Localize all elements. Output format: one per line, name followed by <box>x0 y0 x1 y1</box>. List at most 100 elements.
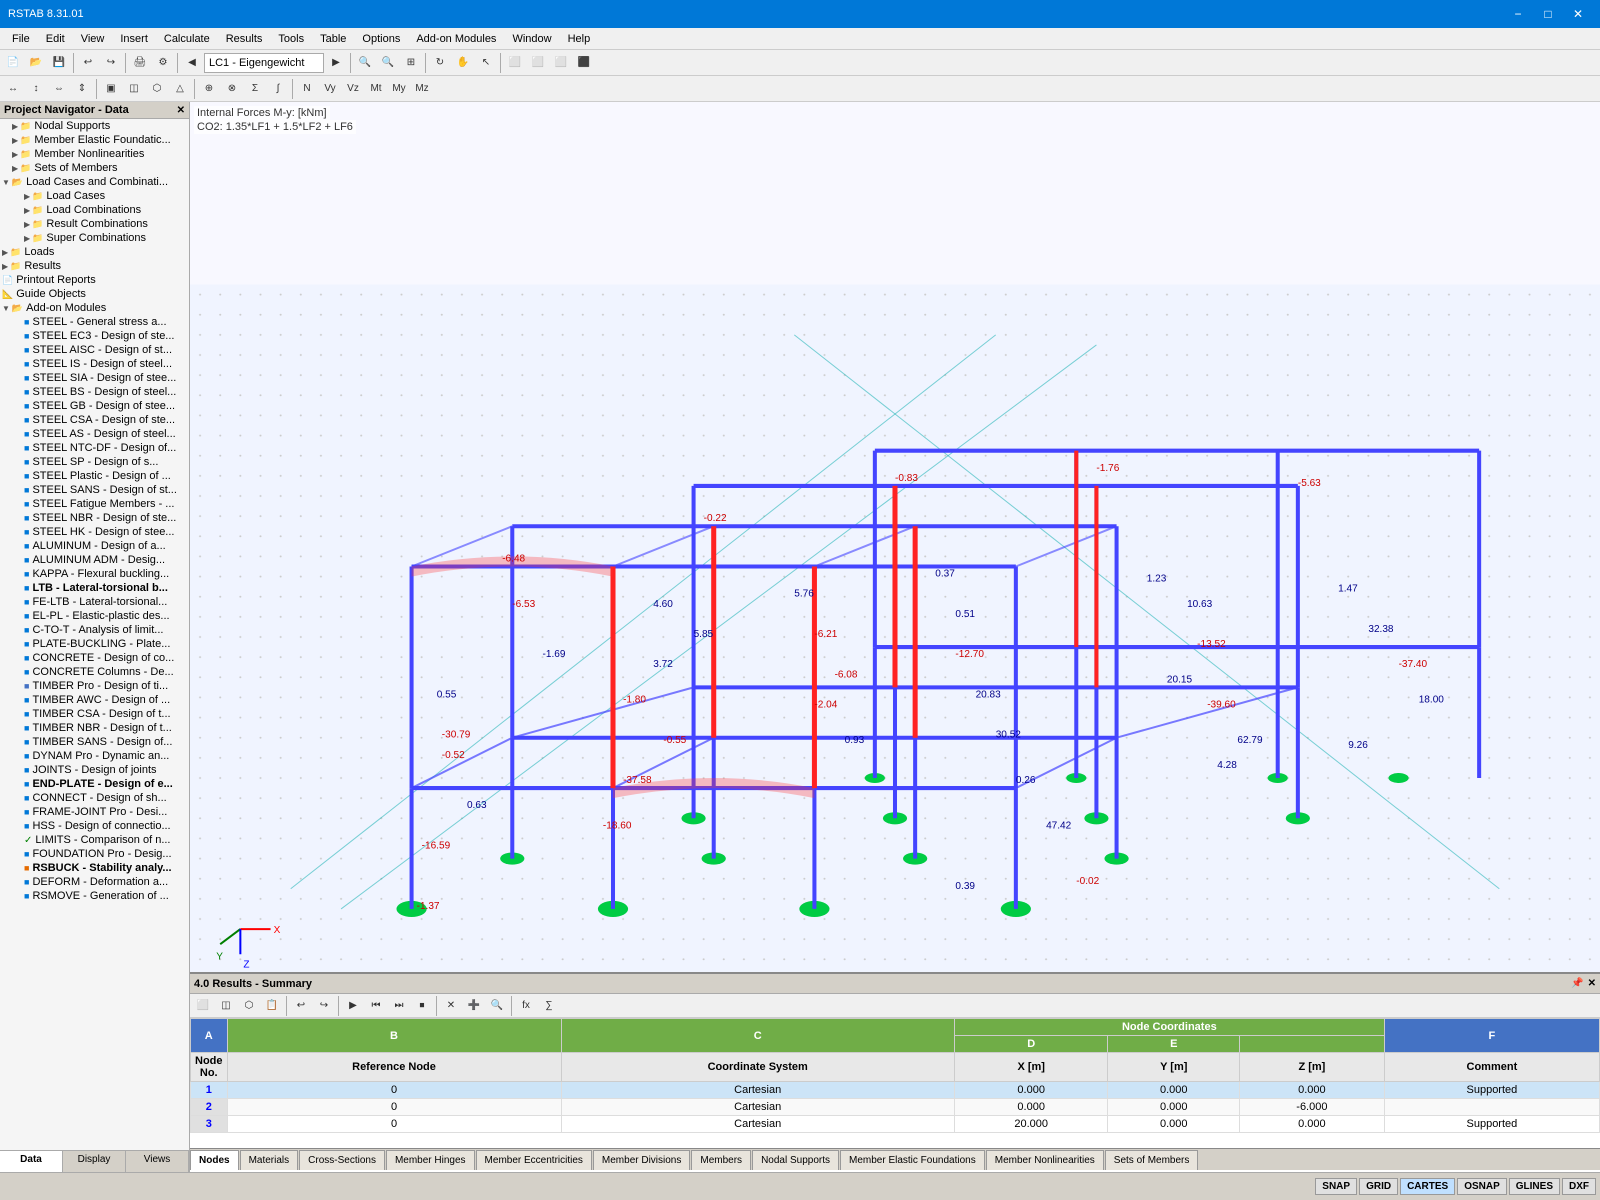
tb2-6[interactable]: ◫ <box>123 78 145 100</box>
tab-member-hinges[interactable]: Member Hinges <box>386 1150 475 1170</box>
tb2-18[interactable]: Mz <box>411 78 433 100</box>
menu-calculate[interactable]: Calculate <box>156 28 218 49</box>
tb-front[interactable]: ⬜ <box>504 52 526 74</box>
menu-window[interactable]: Window <box>504 28 559 49</box>
module-steel-bs[interactable]: ■STEEL BS - Design of steel... <box>0 385 189 399</box>
module-steel-sia[interactable]: ■STEEL SIA - Design of stee... <box>0 371 189 385</box>
tree-load-combinations-folder[interactable]: ▼ 📂 Load Cases and Combinati... <box>0 175 189 189</box>
module-rsbuck[interactable]: ■RSBUCK - Stability analy... <box>0 861 189 875</box>
module-kappa[interactable]: ■KAPPA - Flexural buckling... <box>0 567 189 581</box>
panel-tb15[interactable]: ∑ <box>538 995 560 1017</box>
lc-dropdown[interactable]: LC1 - Eigengewicht <box>204 53 324 73</box>
panel-tb13[interactable]: 🔍 <box>486 995 508 1017</box>
tb-prev[interactable]: ◀ <box>181 52 203 74</box>
module-aluminum[interactable]: ■ALUMINUM - Design of a... <box>0 539 189 553</box>
tb2-8[interactable]: △ <box>169 78 191 100</box>
tab-sets-members[interactable]: Sets of Members <box>1105 1150 1199 1170</box>
tb-undo[interactable]: ↩ <box>77 52 99 74</box>
table-row[interactable]: 3 0 Cartesian 20.000 0.000 0.000 Support… <box>191 1116 1600 1133</box>
module-steel-is[interactable]: ■STEEL IS - Design of steel... <box>0 357 189 371</box>
table-row[interactable]: 1 0 Cartesian 0.000 0.000 0.000 Supporte… <box>191 1082 1600 1099</box>
module-steel-nbr[interactable]: ■STEEL NBR - Design of ste... <box>0 511 189 525</box>
module-rsmove[interactable]: ■RSMOVE - Generation of ... <box>0 889 189 903</box>
panel-tb12[interactable]: ➕ <box>463 995 485 1017</box>
tb-next[interactable]: ▶ <box>325 52 347 74</box>
tb-pan[interactable]: ✋ <box>452 52 474 74</box>
panel-close[interactable]: ✕ <box>1588 978 1596 989</box>
maximize-button[interactable]: □ <box>1534 3 1562 25</box>
module-concrete[interactable]: ■CONCRETE - Design of co... <box>0 651 189 665</box>
tb2-14[interactable]: Vy <box>319 78 341 100</box>
tb2-17[interactable]: My <box>388 78 410 100</box>
tab-member-div[interactable]: Member Divisions <box>593 1150 690 1170</box>
module-plate-buckling[interactable]: ■PLATE-BUCKLING - Plate... <box>0 637 189 651</box>
panel-tb7[interactable]: ▶ <box>342 995 364 1017</box>
module-concrete-cols[interactable]: ■CONCRETE Columns - De... <box>0 665 189 679</box>
tree-nodal-supports[interactable]: ▶ 📁 Nodal Supports <box>0 119 189 133</box>
tb2-1[interactable]: ↔ <box>2 78 24 100</box>
module-steel-ec3[interactable]: ■STEEL EC3 - Design of ste... <box>0 329 189 343</box>
tab-nodal-supports[interactable]: Nodal Supports <box>752 1150 839 1170</box>
status-cartes[interactable]: CARTES <box>1400 1178 1455 1195</box>
module-steel-sp[interactable]: ■STEEL SP - Design of s... <box>0 455 189 469</box>
panel-tb3[interactable]: ⬡ <box>238 995 260 1017</box>
tb-save[interactable]: 💾 <box>48 52 70 74</box>
panel-tb11[interactable]: ✕ <box>440 995 462 1017</box>
tb-print[interactable]: 🖨 <box>129 52 151 74</box>
tree-member-elastic[interactable]: ▶ 📁 Member Elastic Foundatic... <box>0 133 189 147</box>
tab-member-elastic[interactable]: Member Elastic Foundations <box>840 1150 985 1170</box>
module-timber-pro[interactable]: ■TIMBER Pro - Design of ti... <box>0 679 189 693</box>
tree-super-combinations[interactable]: ▶ 📁 Super Combinations <box>0 231 189 245</box>
minimize-button[interactable]: − <box>1504 3 1532 25</box>
status-osnap[interactable]: OSNAP <box>1457 1178 1507 1195</box>
tb2-11[interactable]: Σ <box>244 78 266 100</box>
tb-fit[interactable]: ⊞ <box>400 52 422 74</box>
nav-tab-views[interactable]: Views <box>126 1151 189 1172</box>
module-joints[interactable]: ■JOINTS - Design of joints <box>0 763 189 777</box>
module-steel-gb[interactable]: ■STEEL GB - Design of stee... <box>0 399 189 413</box>
module-deform[interactable]: ■DEFORM - Deformation a... <box>0 875 189 889</box>
tb-rotate[interactable]: ↻ <box>429 52 451 74</box>
table-row[interactable]: 2 0 Cartesian 0.000 0.000 -6.000 <box>191 1099 1600 1116</box>
menu-edit[interactable]: Edit <box>38 28 73 49</box>
tb-side[interactable]: ⬜ <box>527 52 549 74</box>
nav-close-button[interactable]: ✕ <box>177 105 185 116</box>
module-steel-aisc[interactable]: ■STEEL AISC - Design of st... <box>0 343 189 357</box>
tb2-16[interactable]: Mt <box>365 78 387 100</box>
module-timber-nbr[interactable]: ■TIMBER NBR - Design of t... <box>0 721 189 735</box>
panel-tb5[interactable]: ↩ <box>290 995 312 1017</box>
module-elpl[interactable]: ■EL-PL - Elastic-plastic des... <box>0 609 189 623</box>
module-steel-fatigue[interactable]: ■STEEL Fatigue Members - ... <box>0 497 189 511</box>
menu-help[interactable]: Help <box>560 28 599 49</box>
module-steel-as[interactable]: ■STEEL AS - Design of steel... <box>0 427 189 441</box>
tb-select[interactable]: ↖ <box>475 52 497 74</box>
tree-member-nonlin[interactable]: ▶ 📁 Member Nonlinearities <box>0 147 189 161</box>
panel-tb1[interactable]: ⬜ <box>192 995 214 1017</box>
tb2-3[interactable]: ⇔ <box>48 78 70 100</box>
panel-tb9[interactable]: ⏭ <box>388 995 410 1017</box>
menu-results[interactable]: Results <box>218 28 271 49</box>
tb-top[interactable]: ⬜ <box>550 52 572 74</box>
status-dxf[interactable]: DXF <box>1562 1178 1596 1195</box>
module-steel-sans[interactable]: ■STEEL SANS - Design of st... <box>0 483 189 497</box>
tb2-13[interactable]: N <box>296 78 318 100</box>
tb-calc[interactable]: ⚙ <box>152 52 174 74</box>
tb-open[interactable]: 📂 <box>25 52 47 74</box>
panel-tb4[interactable]: 📋 <box>261 995 283 1017</box>
module-hss[interactable]: ■HSS - Design of connectio... <box>0 819 189 833</box>
panel-tb10[interactable]: ⏹ <box>411 995 433 1017</box>
module-steel-ntcdf[interactable]: ■STEEL NTC-DF - Design of... <box>0 441 189 455</box>
module-limits[interactable]: ✓LIMITS - Comparison of n... <box>0 833 189 847</box>
tree-load-combinations[interactable]: ▶ 📁 Load Combinations <box>0 203 189 217</box>
tree-guide-objects[interactable]: 📐 Guide Objects <box>0 287 189 301</box>
tb2-15[interactable]: Vz <box>342 78 364 100</box>
module-timber-sans[interactable]: ■TIMBER SANS - Design of... <box>0 735 189 749</box>
nav-tab-data[interactable]: Data <box>0 1151 63 1172</box>
tb2-4[interactable]: ⇕ <box>71 78 93 100</box>
panel-tb8[interactable]: ⏮ <box>365 995 387 1017</box>
nav-tab-display[interactable]: Display <box>63 1151 126 1172</box>
tab-nodes[interactable]: Nodes <box>190 1150 239 1170</box>
menu-insert[interactable]: Insert <box>112 28 156 49</box>
status-glines[interactable]: GLINES <box>1509 1178 1560 1195</box>
menu-addon[interactable]: Add-on Modules <box>408 28 504 49</box>
